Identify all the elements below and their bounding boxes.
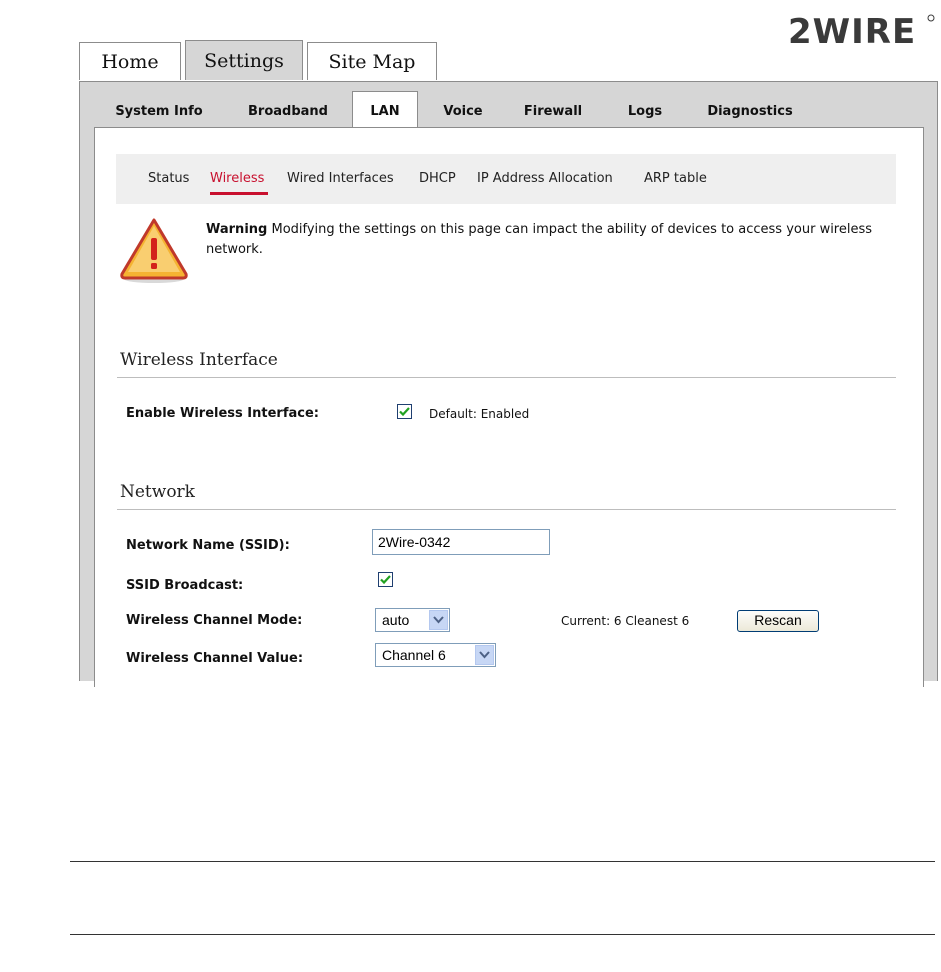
section-divider bbox=[117, 377, 896, 378]
subtab-logs[interactable]: Logs bbox=[610, 96, 680, 126]
subtab-firewall[interactable]: Firewall bbox=[510, 96, 596, 126]
subtab-broadband-label: Broadband bbox=[248, 103, 328, 119]
enable-wireless-label: Enable Wireless Interface: bbox=[126, 406, 319, 421]
active-nav-underline bbox=[210, 192, 268, 195]
channel-value-select[interactable]: Channel 6 bbox=[375, 643, 496, 667]
subtab-voice-label: Voice bbox=[443, 103, 483, 119]
warning-body: Modifying the settings on this page can … bbox=[206, 222, 873, 257]
wireless-interface-heading: Wireless Interface bbox=[120, 350, 278, 370]
subtab-broadband[interactable]: Broadband bbox=[228, 96, 348, 126]
chevron-down-icon bbox=[475, 645, 494, 665]
ssid-broadcast-label: SSID Broadcast: bbox=[126, 578, 244, 593]
channel-value-value: Channel 6 bbox=[382, 647, 446, 663]
tab-site-map[interactable]: Site Map bbox=[307, 42, 437, 80]
tab-site-map-label: Site Map bbox=[328, 50, 416, 73]
chevron-down-icon bbox=[429, 610, 448, 630]
subtab-diagnostics[interactable]: Diagnostics bbox=[688, 96, 812, 126]
subtab-diagnostics-label: Diagnostics bbox=[707, 103, 793, 119]
channel-mode-value: auto bbox=[382, 612, 410, 628]
subtab-lan[interactable]: LAN bbox=[352, 91, 418, 131]
subtab-voice[interactable]: Voice bbox=[428, 96, 498, 126]
tab-settings[interactable]: Settings bbox=[185, 40, 303, 80]
rescan-button[interactable]: Rescan bbox=[737, 610, 819, 632]
tab-home[interactable]: Home bbox=[79, 42, 181, 80]
warning-message: Warning Modifying the settings on this p… bbox=[206, 220, 886, 260]
ssid-broadcast-checkbox[interactable] bbox=[378, 572, 393, 587]
ssid-label: Network Name (SSID): bbox=[126, 538, 290, 553]
page-divider bbox=[70, 934, 935, 935]
page-divider bbox=[70, 861, 935, 862]
network-heading: Network bbox=[120, 482, 195, 502]
logo-text: 2WIRE bbox=[788, 12, 916, 48]
lan-nav-ip-address-allocation[interactable]: IP Address Allocation bbox=[477, 171, 613, 186]
lan-nav-dhcp[interactable]: DHCP bbox=[419, 171, 456, 186]
subtab-system-info-label: System Info bbox=[115, 103, 203, 119]
subtab-firewall-label: Firewall bbox=[523, 103, 583, 119]
subtab-lan-label: LAN bbox=[370, 104, 400, 119]
checkmark-icon bbox=[399, 407, 410, 417]
2wire-logo: 2WIRE bbox=[788, 12, 935, 48]
lan-nav-status[interactable]: Status bbox=[148, 171, 189, 186]
warning-title: Warning bbox=[206, 222, 268, 237]
channel-mode-label: Wireless Channel Mode: bbox=[126, 613, 303, 628]
channel-value-label: Wireless Channel Value: bbox=[126, 651, 304, 666]
tab-home-label: Home bbox=[101, 50, 159, 73]
checkmark-icon bbox=[380, 575, 391, 585]
channel-status: Current: 6 Cleanest 6 bbox=[561, 614, 690, 628]
warning-icon bbox=[120, 218, 188, 283]
ssid-input[interactable] bbox=[372, 529, 550, 555]
default-hint: Default: Enabled bbox=[429, 407, 530, 421]
subtab-system-info[interactable]: System Info bbox=[100, 96, 218, 126]
lan-nav-wired-interfaces[interactable]: Wired Interfaces bbox=[287, 171, 394, 186]
lan-nav-wireless[interactable]: Wireless bbox=[210, 171, 264, 186]
channel-mode-select[interactable]: auto bbox=[375, 608, 450, 632]
lan-nav-arp-table[interactable]: ARP table bbox=[644, 171, 707, 186]
enable-wireless-checkbox[interactable] bbox=[397, 404, 412, 419]
tab-settings-label: Settings bbox=[204, 49, 284, 72]
subtab-logs-label: Logs bbox=[627, 103, 663, 119]
lan-subnav: Status Wireless Wired Interfaces DHCP IP… bbox=[116, 154, 896, 204]
section-divider bbox=[117, 509, 896, 510]
